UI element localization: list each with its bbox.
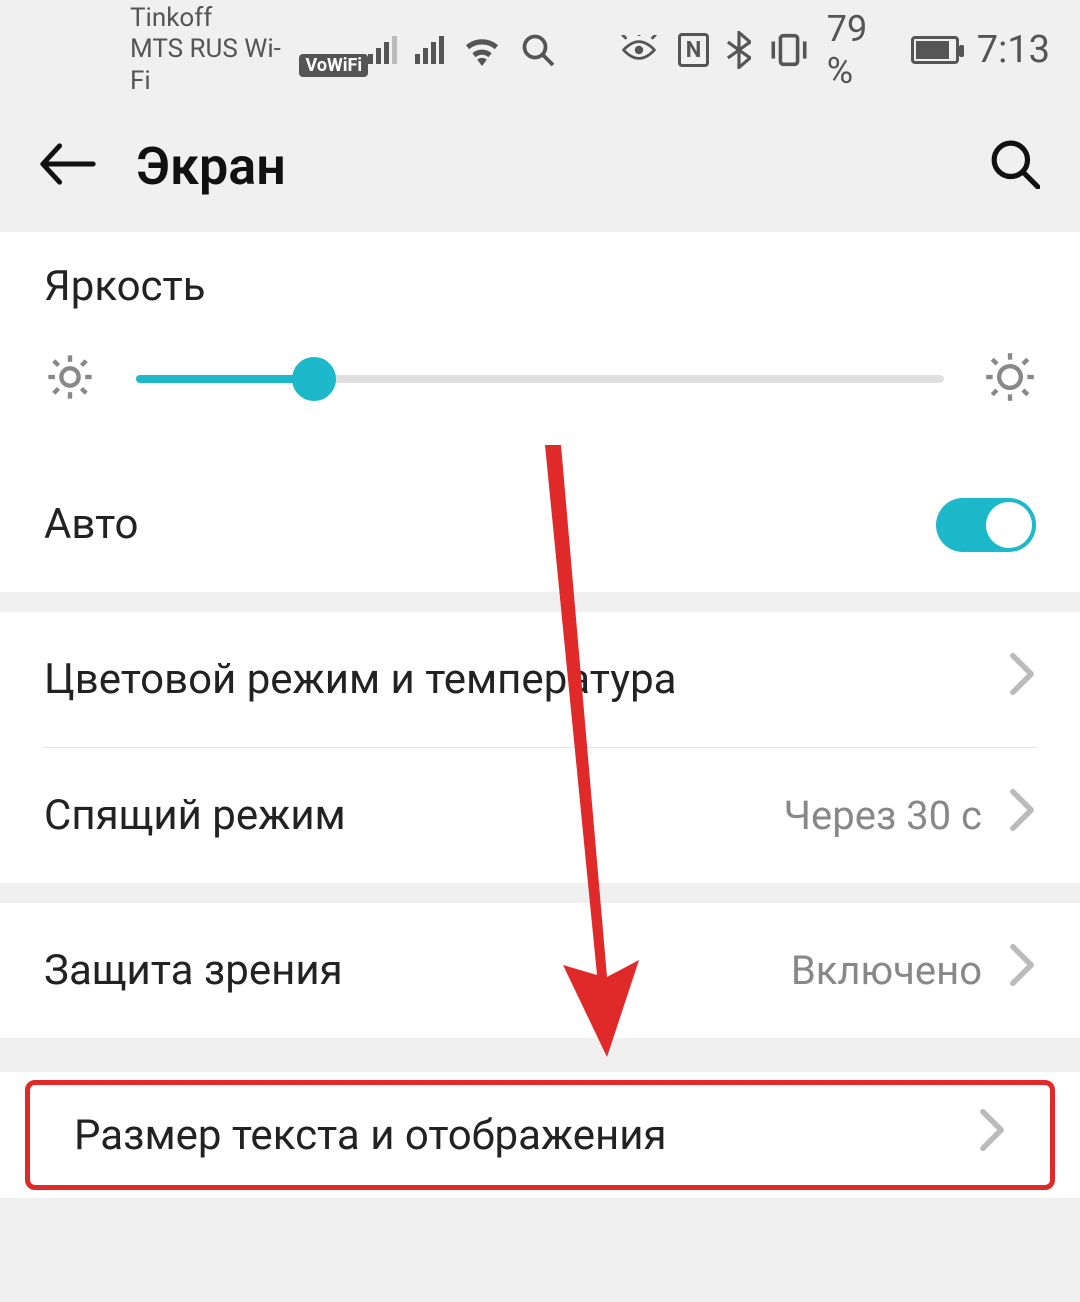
- carrier-2-label: MTS RUS Wi-Fi VoWiFi: [130, 34, 368, 96]
- nfc-icon: N: [678, 33, 708, 67]
- back-arrow-icon: [40, 142, 96, 186]
- sleep-value: Через 30 с: [784, 792, 982, 839]
- vibrate-icon: [769, 32, 809, 68]
- text-size-section: Размер текста и отображения: [0, 1072, 1080, 1198]
- brightness-section: Яркость Авто: [0, 232, 1080, 592]
- eye-protection-row[interactable]: Защита зрения Включено: [0, 903, 1080, 1038]
- status-carriers: Tinkoff MTS RUS Wi-Fi VoWiFi: [30, 3, 368, 97]
- text-size-label: Размер текста и отображения: [74, 1111, 667, 1160]
- status-icons: N 79 % 7:13: [368, 8, 1050, 92]
- vowifi-badge: VoWiFi: [299, 54, 368, 78]
- brightness-low-icon: [44, 351, 96, 407]
- search-icon: [990, 139, 1040, 189]
- signal-2-icon: [415, 36, 444, 64]
- eye-protection-label: Защита зрения: [44, 946, 343, 995]
- text-size-row[interactable]: Размер текста и отображения: [30, 1085, 1050, 1185]
- sleep-row[interactable]: Спящий режим Через 30 с: [0, 748, 1080, 883]
- wifi-icon: [462, 34, 502, 66]
- brightness-slider-row: [0, 311, 1080, 457]
- chevron-right-icon: [1008, 652, 1036, 707]
- battery-percent-label: 79 %: [827, 8, 893, 92]
- eye-protection-value: Включено: [791, 947, 982, 994]
- auto-brightness-toggle[interactable]: [936, 498, 1036, 552]
- annotation-highlight: Размер текста и отображения: [25, 1080, 1055, 1190]
- auto-brightness-row[interactable]: Авто: [0, 457, 1080, 592]
- bluetooth-icon: [727, 31, 751, 69]
- sleep-label: Спящий режим: [44, 791, 346, 840]
- eye-protection-section: Защита зрения Включено: [0, 903, 1080, 1038]
- chevron-right-icon: [1008, 943, 1036, 998]
- eye-comfort-icon: [618, 35, 660, 65]
- status-bar: Tinkoff MTS RUS Wi-Fi VoWiFi N 79 % 7:13: [0, 0, 1080, 100]
- chevron-right-icon: [1008, 788, 1036, 843]
- search-button[interactable]: [990, 139, 1040, 193]
- page-title: Экран: [136, 136, 950, 197]
- brightness-slider-thumb[interactable]: [292, 357, 336, 401]
- search-status-icon: [520, 32, 556, 68]
- battery-icon: [911, 36, 959, 64]
- chevron-right-icon: [978, 1108, 1006, 1163]
- brightness-high-icon: [984, 351, 1036, 407]
- auto-brightness-label: Авто: [44, 500, 138, 549]
- carrier-1-label: Tinkoff: [130, 3, 368, 34]
- color-mode-row[interactable]: Цветовой режим и температура: [0, 612, 1080, 747]
- color-mode-label: Цветовой режим и температура: [44, 655, 677, 704]
- time-label: 7:13: [977, 28, 1050, 72]
- display-section: Цветовой режим и температура Спящий режи…: [0, 612, 1080, 883]
- brightness-label: Яркость: [44, 262, 206, 311]
- back-button[interactable]: [40, 142, 96, 190]
- app-bar: Экран: [0, 100, 1080, 232]
- brightness-slider[interactable]: [136, 375, 944, 383]
- signal-1-icon: [368, 36, 397, 64]
